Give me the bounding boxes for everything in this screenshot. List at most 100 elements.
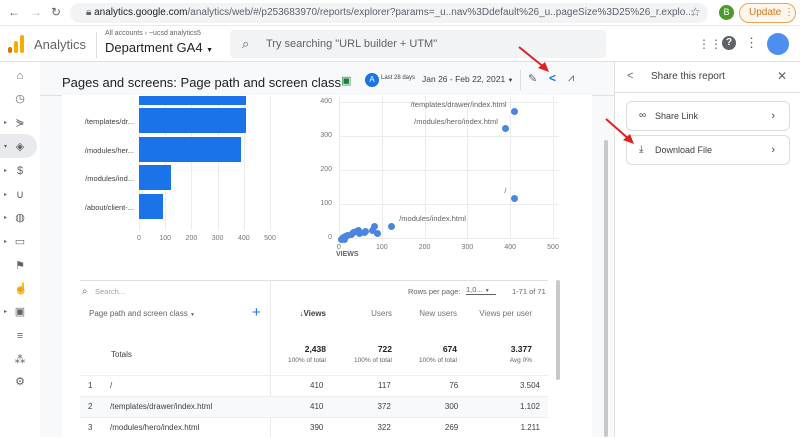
bar[interactable] xyxy=(139,137,242,162)
red-arrow-annotation xyxy=(518,46,549,72)
url-bar[interactable]: 🔒︎ analytics.google.com/analytics/web/#/… xyxy=(70,3,708,23)
totals-subtext: Avg 0% xyxy=(509,357,532,364)
divider xyxy=(614,92,800,93)
page-path[interactable]: /modules/hero/index.html xyxy=(110,423,199,432)
table-row[interactable]: 2/templates/drawer/index.html 410 372 300 1.… xyxy=(80,395,548,417)
user-explorer-icon[interactable]: ▣ xyxy=(14,306,26,318)
cell-value: 300 xyxy=(398,395,467,417)
point-label: /modules/hero/index.html xyxy=(414,116,498,126)
rows-per-page-value: 1,0... xyxy=(466,285,483,294)
flag-icon[interactable]: ⚑ xyxy=(14,260,26,272)
account-avatar[interactable] xyxy=(767,33,789,55)
x-tick-label: 200 xyxy=(418,244,431,251)
insights-icon[interactable]: ⩘ xyxy=(568,72,574,85)
tag-icon[interactable]: ◈ xyxy=(14,141,26,153)
breadcrumb[interactable]: All accounts › ~ucsd analytics5 xyxy=(105,30,201,37)
scatter-point[interactable] xyxy=(368,227,376,235)
share-icon: < xyxy=(627,70,634,82)
apps-grid-icon[interactable]: ⋮⋮ xyxy=(698,37,722,51)
table-row[interactable]: 1/410 117 76 3.504 xyxy=(80,374,548,396)
cell-value: 76 xyxy=(398,374,467,396)
chevron-right-icon: › xyxy=(771,144,775,156)
page-path[interactable]: /templates/drawer/index.html xyxy=(110,402,212,411)
x-tick-label: 400 xyxy=(237,235,250,242)
browser-toolbar: ← → ↻ 🔒︎ analytics.google.com/analytics/… xyxy=(0,0,800,26)
lifecycle-icon[interactable]: ⋟ xyxy=(14,117,26,129)
table-search-input[interactable]: Search... xyxy=(95,287,125,296)
divider xyxy=(96,32,97,58)
table-scrollbar[interactable] xyxy=(556,280,560,380)
gridline xyxy=(381,96,383,238)
analysis-hub-icon[interactable]: ⁂ xyxy=(14,354,26,366)
bar[interactable] xyxy=(139,165,171,190)
bar-label: /about/client-... xyxy=(84,203,134,212)
scatter-point[interactable] xyxy=(362,227,370,235)
x-tick-label: 500 xyxy=(264,235,276,242)
date-range-picker[interactable]: Jan 26 - Feb 22, 2021 ▼ xyxy=(422,74,514,84)
forward-icon[interactable]: → xyxy=(30,5,42,19)
configure-icon[interactable]: ⚙ xyxy=(14,376,26,388)
share-panel-title: Share this report xyxy=(651,71,725,82)
globe-icon[interactable]: ◍ xyxy=(14,212,26,224)
help-icon[interactable]: ? xyxy=(722,36,736,50)
cell-value: 410 xyxy=(274,395,332,417)
devices-icon[interactable]: ▭ xyxy=(14,236,26,248)
main-scrollbar[interactable] xyxy=(604,140,608,437)
point-label: /modules/index.html xyxy=(399,214,466,224)
search-icon: ⌕ xyxy=(82,286,88,297)
touch-icon[interactable]: ☝ xyxy=(14,283,28,295)
magnet-icon[interactable]: ∪ xyxy=(14,189,26,201)
scatter-point[interactable] xyxy=(510,108,518,116)
audience-icon[interactable]: ≡ xyxy=(14,330,26,342)
bar[interactable] xyxy=(139,108,247,133)
x-tick-label: 100 xyxy=(375,244,388,251)
x-tick-label: 300 xyxy=(211,235,224,242)
update-button[interactable]: Update ⋮ xyxy=(739,3,796,23)
y-tick-label: 400 xyxy=(320,98,332,105)
bar[interactable] xyxy=(139,194,163,219)
share-link-option[interactable]: ∞ Share Link › xyxy=(626,101,790,131)
back-icon[interactable]: ← xyxy=(8,5,20,19)
cell-value: 410 xyxy=(274,374,332,396)
date-range: Jan 26 - Feb 22, 2021 xyxy=(422,74,506,84)
scatter-point[interactable] xyxy=(387,222,395,230)
property-name: Department GA4 xyxy=(105,40,203,55)
bookmark-star-icon[interactable]: ☆ xyxy=(690,5,701,19)
reload-icon[interactable]: ↻ xyxy=(51,5,61,19)
page-path[interactable]: / xyxy=(110,381,112,390)
table-row[interactable]: 3/modules/hero/index.html 390 322 269 1.211 xyxy=(80,416,548,438)
totals-value: 674 xyxy=(442,344,457,354)
download-file-option[interactable]: ⤓ Download File › xyxy=(626,135,790,165)
bar[interactable] xyxy=(139,96,247,105)
monetization-icon[interactable]: $ xyxy=(14,165,26,177)
comparison-badge[interactable]: A xyxy=(365,73,379,87)
property-selector[interactable]: Department GA4 ▼ xyxy=(105,40,213,55)
cell-value: 390 xyxy=(274,416,332,438)
x-tick-label: 100 xyxy=(159,235,172,242)
close-icon[interactable]: ✕ xyxy=(777,69,787,83)
saved-report-icon: ▣ xyxy=(341,75,352,87)
date-preset[interactable]: Last 28 days xyxy=(381,75,415,81)
profile-avatar[interactable]: B xyxy=(719,5,734,20)
chevron-right-icon: › xyxy=(771,110,775,122)
scatter-point[interactable] xyxy=(340,235,348,243)
rows-per-page-select[interactable]: 1,0... ▼ xyxy=(466,285,496,295)
more-vert-icon[interactable]: ⋮ xyxy=(745,35,758,51)
gridline xyxy=(553,96,554,238)
cell-page-path: 1/ xyxy=(80,374,275,396)
home-icon[interactable]: ⌂ xyxy=(14,70,26,82)
scatter-point[interactable] xyxy=(510,194,518,202)
bar-label: /modules/ind... xyxy=(85,174,134,183)
chevron-down-icon: ▼ xyxy=(206,47,214,54)
totals-subtext: 100% of total xyxy=(419,357,457,364)
totals-value: 722 xyxy=(377,344,392,354)
left-nav: ⌂ ◷ ▸ ⋟ ▾ ◈ ▸ $ ▸ ∪ ▸ ◍ ▸ ▭ ⚑ ☝ ▸ ▣ ≡ ⁂ ⚙ xyxy=(0,62,40,437)
cell-page-path: 2/templates/drawer/index.html xyxy=(80,395,275,417)
cell-value: 3.504 xyxy=(466,374,548,396)
option-label: Download File xyxy=(655,145,713,155)
cell-value: 372 xyxy=(331,395,399,417)
x-tick-label: 500 xyxy=(547,244,559,251)
scatter-x-label: VIEWS xyxy=(336,251,359,258)
chevron-down-icon: ▼ xyxy=(484,288,490,294)
realtime-clock-icon[interactable]: ◷ xyxy=(14,93,26,105)
